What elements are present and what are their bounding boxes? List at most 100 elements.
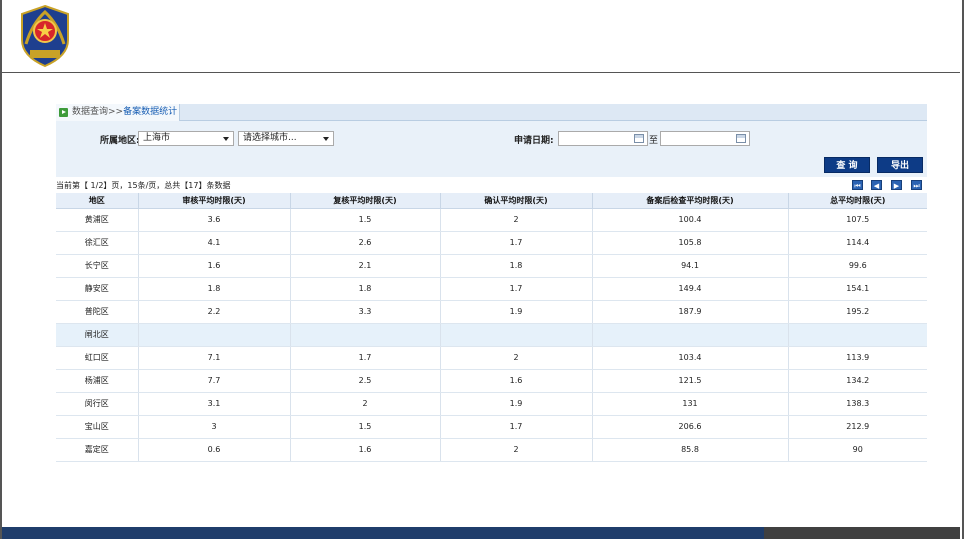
value-cell: 149.4 bbox=[592, 277, 789, 301]
first-page-icon[interactable]: ⏮ bbox=[852, 180, 863, 190]
value-cell: 1.5 bbox=[290, 415, 441, 439]
province-select[interactable]: 上海市 bbox=[138, 131, 234, 146]
value-cell: 2 bbox=[440, 208, 593, 232]
pager-summary: 当前第【 1/2】页，15条/页，总共【17】条数据 bbox=[56, 181, 231, 190]
value-cell: 2.1 bbox=[290, 254, 441, 278]
value-cell: 2.6 bbox=[290, 231, 441, 255]
value-cell: 94.1 bbox=[592, 254, 789, 278]
value-cell: 1.7 bbox=[440, 231, 593, 255]
table-row: 宝山区 3 1.5 1.7 206.6 212.9 bbox=[56, 415, 927, 439]
export-button[interactable]: 导出 bbox=[877, 157, 923, 173]
tab-breadcrumb[interactable]: 数据查询>>备案数据统计 bbox=[56, 104, 180, 121]
prev-page-icon[interactable]: ◀ bbox=[871, 180, 882, 190]
value-cell bbox=[592, 323, 789, 347]
header bbox=[2, 0, 960, 73]
value-cell: 114.4 bbox=[788, 231, 927, 255]
value-cell: 134.2 bbox=[788, 369, 927, 393]
value-cell: 195.2 bbox=[788, 300, 927, 324]
value-cell: 99.6 bbox=[788, 254, 927, 278]
value-cell: 154.1 bbox=[788, 277, 927, 301]
table-row: 徐汇区 4.1 2.6 1.7 105.8 114.4 bbox=[56, 231, 927, 255]
table-row: 杨浦区 7.7 2.5 1.6 121.5 134.2 bbox=[56, 369, 927, 393]
table-row: 闵行区 3.1 2 1.9 131 138.3 bbox=[56, 392, 927, 416]
table-header-row: 地区 审核平均时限(天) 复核平均时限(天) 确认平均时限(天) 备案后检查平均… bbox=[56, 193, 927, 209]
table-row: 闸北区 bbox=[56, 323, 927, 347]
calendar-icon[interactable] bbox=[634, 134, 644, 143]
district-cell: 静安区 bbox=[56, 277, 139, 301]
value-cell: 1.9 bbox=[440, 392, 593, 416]
value-cell: 103.4 bbox=[592, 346, 789, 370]
value-cell: 3.6 bbox=[138, 208, 291, 232]
column-header: 确认平均时限(天) bbox=[440, 193, 593, 209]
chevron-down-icon bbox=[323, 137, 329, 141]
district-cell: 杨浦区 bbox=[56, 369, 139, 393]
value-cell: 3.3 bbox=[290, 300, 441, 324]
table-row: 嘉定区 0.6 1.6 2 85.8 90 bbox=[56, 438, 927, 462]
district-cell: 黄浦区 bbox=[56, 208, 139, 232]
province-select-value: 上海市 bbox=[143, 133, 171, 143]
value-cell: 1.7 bbox=[440, 415, 593, 439]
city-select[interactable]: 请选择城市... bbox=[238, 131, 334, 146]
value-cell: 1.7 bbox=[440, 277, 593, 301]
value-cell: 85.8 bbox=[592, 438, 789, 462]
value-cell: 212.9 bbox=[788, 415, 927, 439]
value-cell: 1.8 bbox=[138, 277, 291, 301]
value-cell: 3 bbox=[138, 415, 291, 439]
value-cell: 100.4 bbox=[592, 208, 789, 232]
value-cell: 131 bbox=[592, 392, 789, 416]
arrow-right-icon bbox=[59, 108, 68, 117]
footer-bar-right bbox=[764, 527, 960, 539]
police-emblem-logo bbox=[21, 4, 69, 68]
value-cell: 7.1 bbox=[138, 346, 291, 370]
value-cell: 1.9 bbox=[440, 300, 593, 324]
column-header: 备案后检查平均时限(天) bbox=[592, 193, 789, 209]
filter-bar: 所属地区: 上海市 请选择城市... 申请日期: 至 查 询 导出 bbox=[56, 121, 927, 177]
breadcrumb-current: 备案数据统计 bbox=[123, 107, 178, 117]
table-row: 长宁区 1.6 2.1 1.8 94.1 99.6 bbox=[56, 254, 927, 278]
value-cell: 2 bbox=[440, 438, 593, 462]
table-row: 虹口区 7.1 1.7 2 103.4 113.9 bbox=[56, 346, 927, 370]
value-cell: 1.5 bbox=[290, 208, 441, 232]
value-cell: 1.8 bbox=[440, 254, 593, 278]
value-cell: 3.1 bbox=[138, 392, 291, 416]
district-cell: 宝山区 bbox=[56, 415, 139, 439]
value-cell: 187.9 bbox=[592, 300, 789, 324]
column-header: 复核平均时限(天) bbox=[290, 193, 441, 209]
breadcrumb-root[interactable]: 数据查询 bbox=[72, 107, 108, 117]
next-page-icon[interactable]: ▶ bbox=[891, 180, 902, 190]
district-cell: 闸北区 bbox=[56, 323, 139, 347]
chevron-down-icon bbox=[223, 137, 229, 141]
date-label: 申请日期: bbox=[514, 136, 554, 146]
district-cell: 嘉定区 bbox=[56, 438, 139, 462]
query-button[interactable]: 查 询 bbox=[824, 157, 870, 173]
value-cell bbox=[440, 323, 593, 347]
city-select-placeholder: 请选择城市... bbox=[243, 133, 297, 143]
calendar-icon[interactable] bbox=[736, 134, 746, 143]
last-page-icon[interactable]: ⏭ bbox=[911, 180, 922, 190]
value-cell: 138.3 bbox=[788, 392, 927, 416]
table-row: 静安区 1.8 1.8 1.7 149.4 154.1 bbox=[56, 277, 927, 301]
value-cell: 2.2 bbox=[138, 300, 291, 324]
stats-table: 地区 审核平均时限(天) 复核平均时限(天) 确认平均时限(天) 备案后检查平均… bbox=[56, 193, 927, 462]
date-start-input[interactable] bbox=[558, 131, 648, 146]
value-cell: 105.8 bbox=[592, 231, 789, 255]
breadcrumb-separator: >> bbox=[108, 107, 124, 117]
region-label: 所属地区: bbox=[100, 136, 140, 146]
value-cell: 0.6 bbox=[138, 438, 291, 462]
value-cell: 7.7 bbox=[138, 369, 291, 393]
value-cell: 1.8 bbox=[290, 277, 441, 301]
footer-bar bbox=[2, 527, 960, 539]
value-cell: 2 bbox=[290, 392, 441, 416]
value-cell: 113.9 bbox=[788, 346, 927, 370]
date-end-input[interactable] bbox=[660, 131, 750, 146]
value-cell: 1.7 bbox=[290, 346, 441, 370]
value-cell: 1.6 bbox=[440, 369, 593, 393]
column-header: 审核平均时限(天) bbox=[138, 193, 291, 209]
value-cell: 107.5 bbox=[788, 208, 927, 232]
value-cell: 121.5 bbox=[592, 369, 789, 393]
value-cell: 206.6 bbox=[592, 415, 789, 439]
value-cell: 1.6 bbox=[138, 254, 291, 278]
table-row: 黄浦区 3.6 1.5 2 100.4 107.5 bbox=[56, 208, 927, 232]
column-header: 总平均时限(天) bbox=[788, 193, 927, 209]
value-cell: 2.5 bbox=[290, 369, 441, 393]
